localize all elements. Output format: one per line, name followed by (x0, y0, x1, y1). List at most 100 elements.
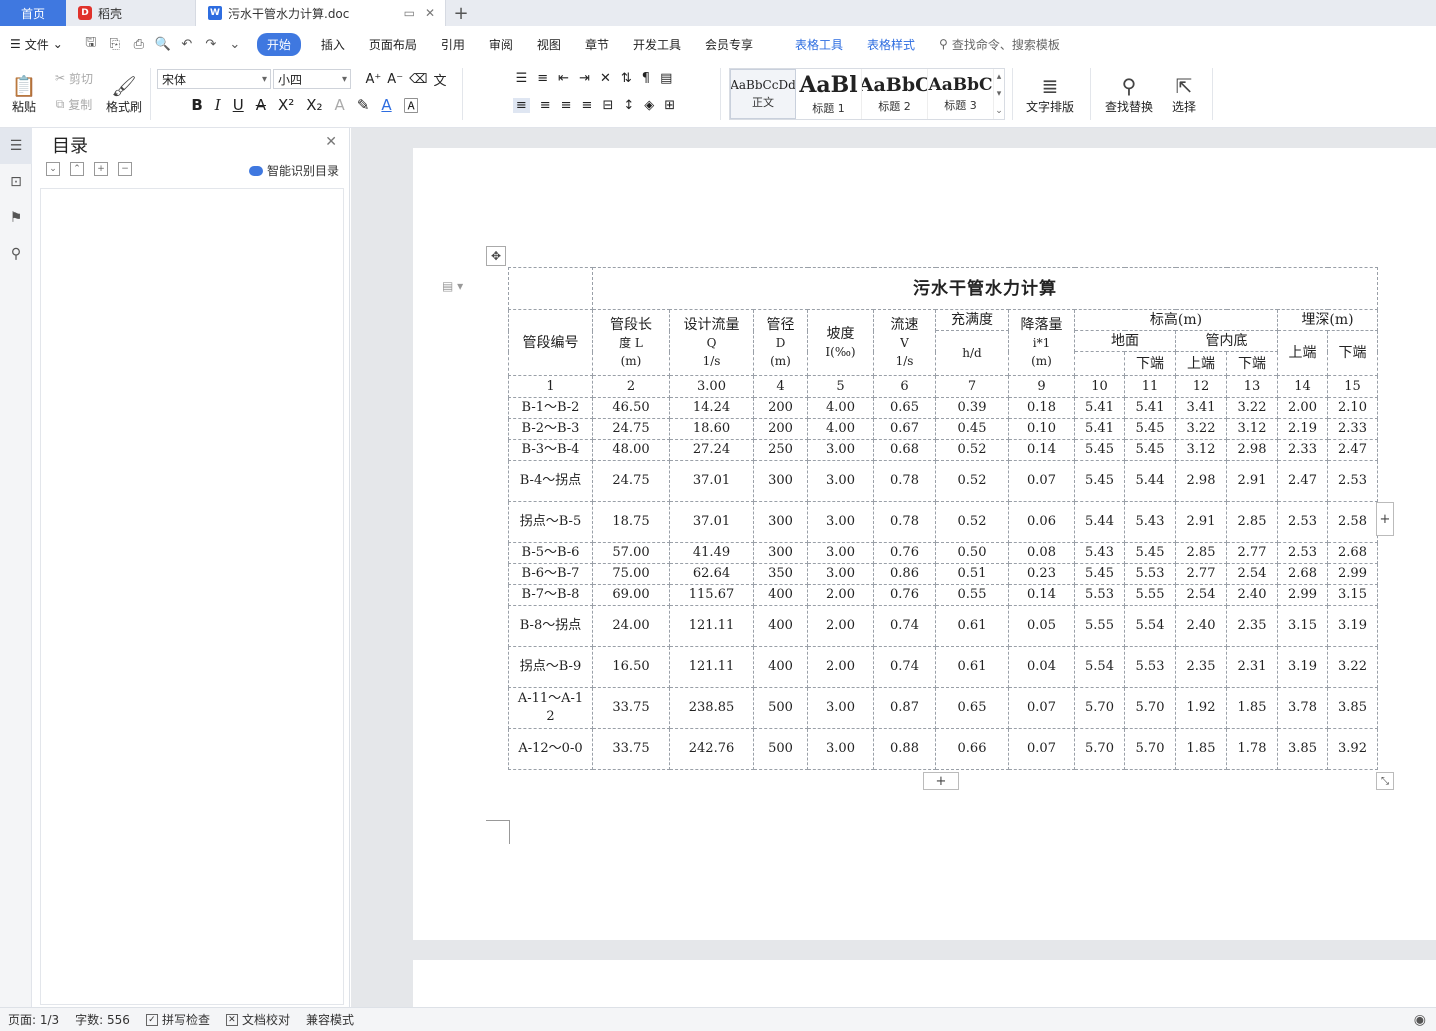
style-gallery-scroll[interactable]: ▴ ▾ ⌄ (994, 69, 1004, 119)
table-cell[interactable]: 3.00 (807, 542, 874, 564)
table-cell[interactable]: 2.40 (1175, 605, 1227, 647)
table-cell[interactable]: 2.33 (1277, 439, 1328, 461)
table-cell[interactable]: 0.65 (873, 397, 936, 419)
remove-level-icon[interactable]: − (118, 162, 132, 176)
italic-icon[interactable]: I (215, 96, 221, 114)
table-cell[interactable]: 2.77 (1175, 563, 1227, 585)
table-row[interactable]: B-2～B-3 24.75 18.60 200 4.00 0.67 0.45 0.10 5.41… (508, 418, 1378, 440)
close-icon[interactable]: ✕ (325, 134, 337, 150)
table-cell[interactable]: 37.01 (669, 501, 754, 543)
eye-icon[interactable]: ◉ (1414, 1012, 1426, 1028)
table-cell[interactable]: 3.22 (1175, 418, 1227, 440)
table-cell[interactable]: 2.19 (1277, 418, 1328, 440)
decrease-indent-icon[interactable]: ⇤ (558, 71, 569, 86)
table-cell[interactable]: 115.67 (669, 584, 754, 606)
table-cell[interactable]: 0.14 (1008, 584, 1075, 606)
table-cell[interactable]: 200 (753, 418, 808, 440)
phonetic-icon[interactable]: 文 (433, 70, 446, 89)
table-cell[interactable]: 69.00 (592, 584, 670, 606)
table-cell[interactable]: 18.60 (669, 418, 754, 440)
line-spacing-icon[interactable]: ↕ (623, 98, 634, 113)
print-icon[interactable]: ⎙ (131, 36, 147, 52)
paste-button[interactable]: 📋 粘贴 (6, 66, 42, 122)
bold-icon[interactable]: B (191, 96, 202, 114)
table-cell[interactable]: 3.19 (1327, 605, 1378, 647)
table-cell[interactable]: 5.45 (1074, 460, 1125, 502)
table-cell[interactable]: 5.53 (1124, 563, 1176, 585)
undo-icon[interactable]: ↶ (179, 36, 195, 52)
char-border-icon[interactable]: 🄰 (404, 95, 419, 116)
toc-panel-icon[interactable]: ☰ (0, 128, 32, 164)
word-count[interactable]: 字数: 556 (67, 1011, 138, 1028)
menu-tab-references[interactable]: 引用 (429, 36, 477, 53)
superscript-icon[interactable]: X² (278, 96, 294, 114)
table-cell[interactable]: 5.54 (1124, 605, 1176, 647)
table-cell[interactable]: 400 (753, 646, 808, 688)
table-row[interactable]: B-3～B-4 48.00 27.24 250 3.00 0.68 0.52 0.14 5.45… (508, 439, 1378, 461)
search-panel-icon[interactable]: ⚲ (0, 236, 32, 272)
table-cell[interactable]: 0.10 (1008, 418, 1075, 440)
table-cell[interactable]: 5.55 (1124, 584, 1176, 606)
eraser-icon[interactable]: ⌫ (409, 72, 427, 87)
table-cell[interactable]: 0.52 (935, 460, 1009, 502)
hydraulic-table[interactable]: 污水干管水力计算 管段编号 管段长度 L (m) 设计流量 Q 1/s 管径 D (m) … (508, 267, 1378, 770)
table-cell[interactable]: 37.01 (669, 460, 754, 502)
table-cell[interactable]: 14.24 (669, 397, 754, 419)
page-indicator[interactable]: 页面: 1/3 (0, 1011, 67, 1028)
table-cell[interactable]: 350 (753, 563, 808, 585)
menu-tab-section[interactable]: 章节 (573, 36, 621, 53)
find-replace-button[interactable]: ⚲ 查找替换 (1098, 66, 1160, 122)
table-cell[interactable]: 5.70 (1124, 728, 1176, 770)
table-cell[interactable]: 3.00 (807, 563, 874, 585)
menu-tab-page-layout[interactable]: 页面布局 (357, 36, 429, 53)
table-cell[interactable]: 0.61 (935, 605, 1009, 647)
increase-indent-icon[interactable]: ⇥ (579, 71, 590, 86)
table-cell[interactable]: 48.00 (592, 439, 670, 461)
print-preview-icon[interactable]: 🔍 (155, 36, 171, 52)
table-cell[interactable]: 242.76 (669, 728, 754, 770)
table-cell[interactable]: 0.76 (873, 542, 936, 564)
segment-id-cell[interactable]: B-2～B-3 (508, 418, 593, 440)
table-cell[interactable]: 2.35 (1226, 605, 1278, 647)
segment-id-cell[interactable]: B-5～B-6 (508, 542, 593, 564)
table-row[interactable]: B-6～B-7 75.00 62.64 350 3.00 0.86 0.51 0.23 5.45… (508, 563, 1378, 585)
table-cell[interactable]: 24.00 (592, 605, 670, 647)
table-cell[interactable]: 24.75 (592, 460, 670, 502)
table-cell[interactable]: 1.85 (1226, 687, 1278, 729)
tab-document[interactable]: W 污水干管水力计算.doc ▭ ✕ (196, 0, 446, 26)
table-cell[interactable]: 0.66 (935, 728, 1009, 770)
highlight-icon[interactable]: ✎ (357, 96, 370, 114)
table-cell[interactable]: 2.68 (1277, 563, 1328, 585)
command-search[interactable]: ⚲ 查找命令、搜索模板 (927, 36, 1072, 53)
segment-id-cell[interactable]: B-8～拐点 (508, 605, 593, 647)
table-cell[interactable]: 4.00 (807, 397, 874, 419)
table-cell[interactable]: 2.47 (1277, 460, 1328, 502)
table-cell[interactable]: 0.76 (873, 584, 936, 606)
style-heading-2[interactable]: AaBbC 标题 2 (862, 69, 928, 119)
table-cell[interactable]: 0.87 (873, 687, 936, 729)
add-column-button[interactable]: + (1376, 502, 1394, 536)
table-cell[interactable]: 3.15 (1277, 605, 1328, 647)
table-cell[interactable]: 0.05 (1008, 605, 1075, 647)
close-tab-icon[interactable]: ✕ (425, 6, 435, 20)
add-row-button[interactable]: + (923, 772, 959, 790)
menu-tab-review[interactable]: 审阅 (477, 36, 525, 53)
table-cell[interactable]: 0.68 (873, 439, 936, 461)
table-cell[interactable]: 2.98 (1226, 439, 1278, 461)
save-icon[interactable]: 🖫 (83, 35, 99, 52)
table-cell[interactable]: 2.98 (1175, 460, 1227, 502)
table-cell[interactable]: 2.00 (807, 584, 874, 606)
table-cell[interactable]: 0.04 (1008, 646, 1075, 688)
table-cell[interactable]: 0.78 (873, 501, 936, 543)
table-cell[interactable]: 0.14 (1008, 439, 1075, 461)
text-effect-icon[interactable]: A (335, 96, 345, 114)
segment-id-cell[interactable]: B-1～B-2 (508, 397, 593, 419)
table-cell[interactable]: 3.78 (1277, 687, 1328, 729)
table-cell[interactable]: 5.43 (1124, 501, 1176, 543)
copy-button[interactable]: ⧉ 复制 (50, 94, 98, 114)
table-cell[interactable]: 2.40 (1226, 584, 1278, 606)
table-cell[interactable]: 3.00 (807, 501, 874, 543)
table-cell[interactable]: 2.85 (1226, 501, 1278, 543)
table-row[interactable]: B-8～拐点 24.00 121.11 400 2.00 0.74 0.61 0.05 5.55… (508, 605, 1378, 647)
table-move-handle[interactable]: ✥ (486, 246, 506, 266)
